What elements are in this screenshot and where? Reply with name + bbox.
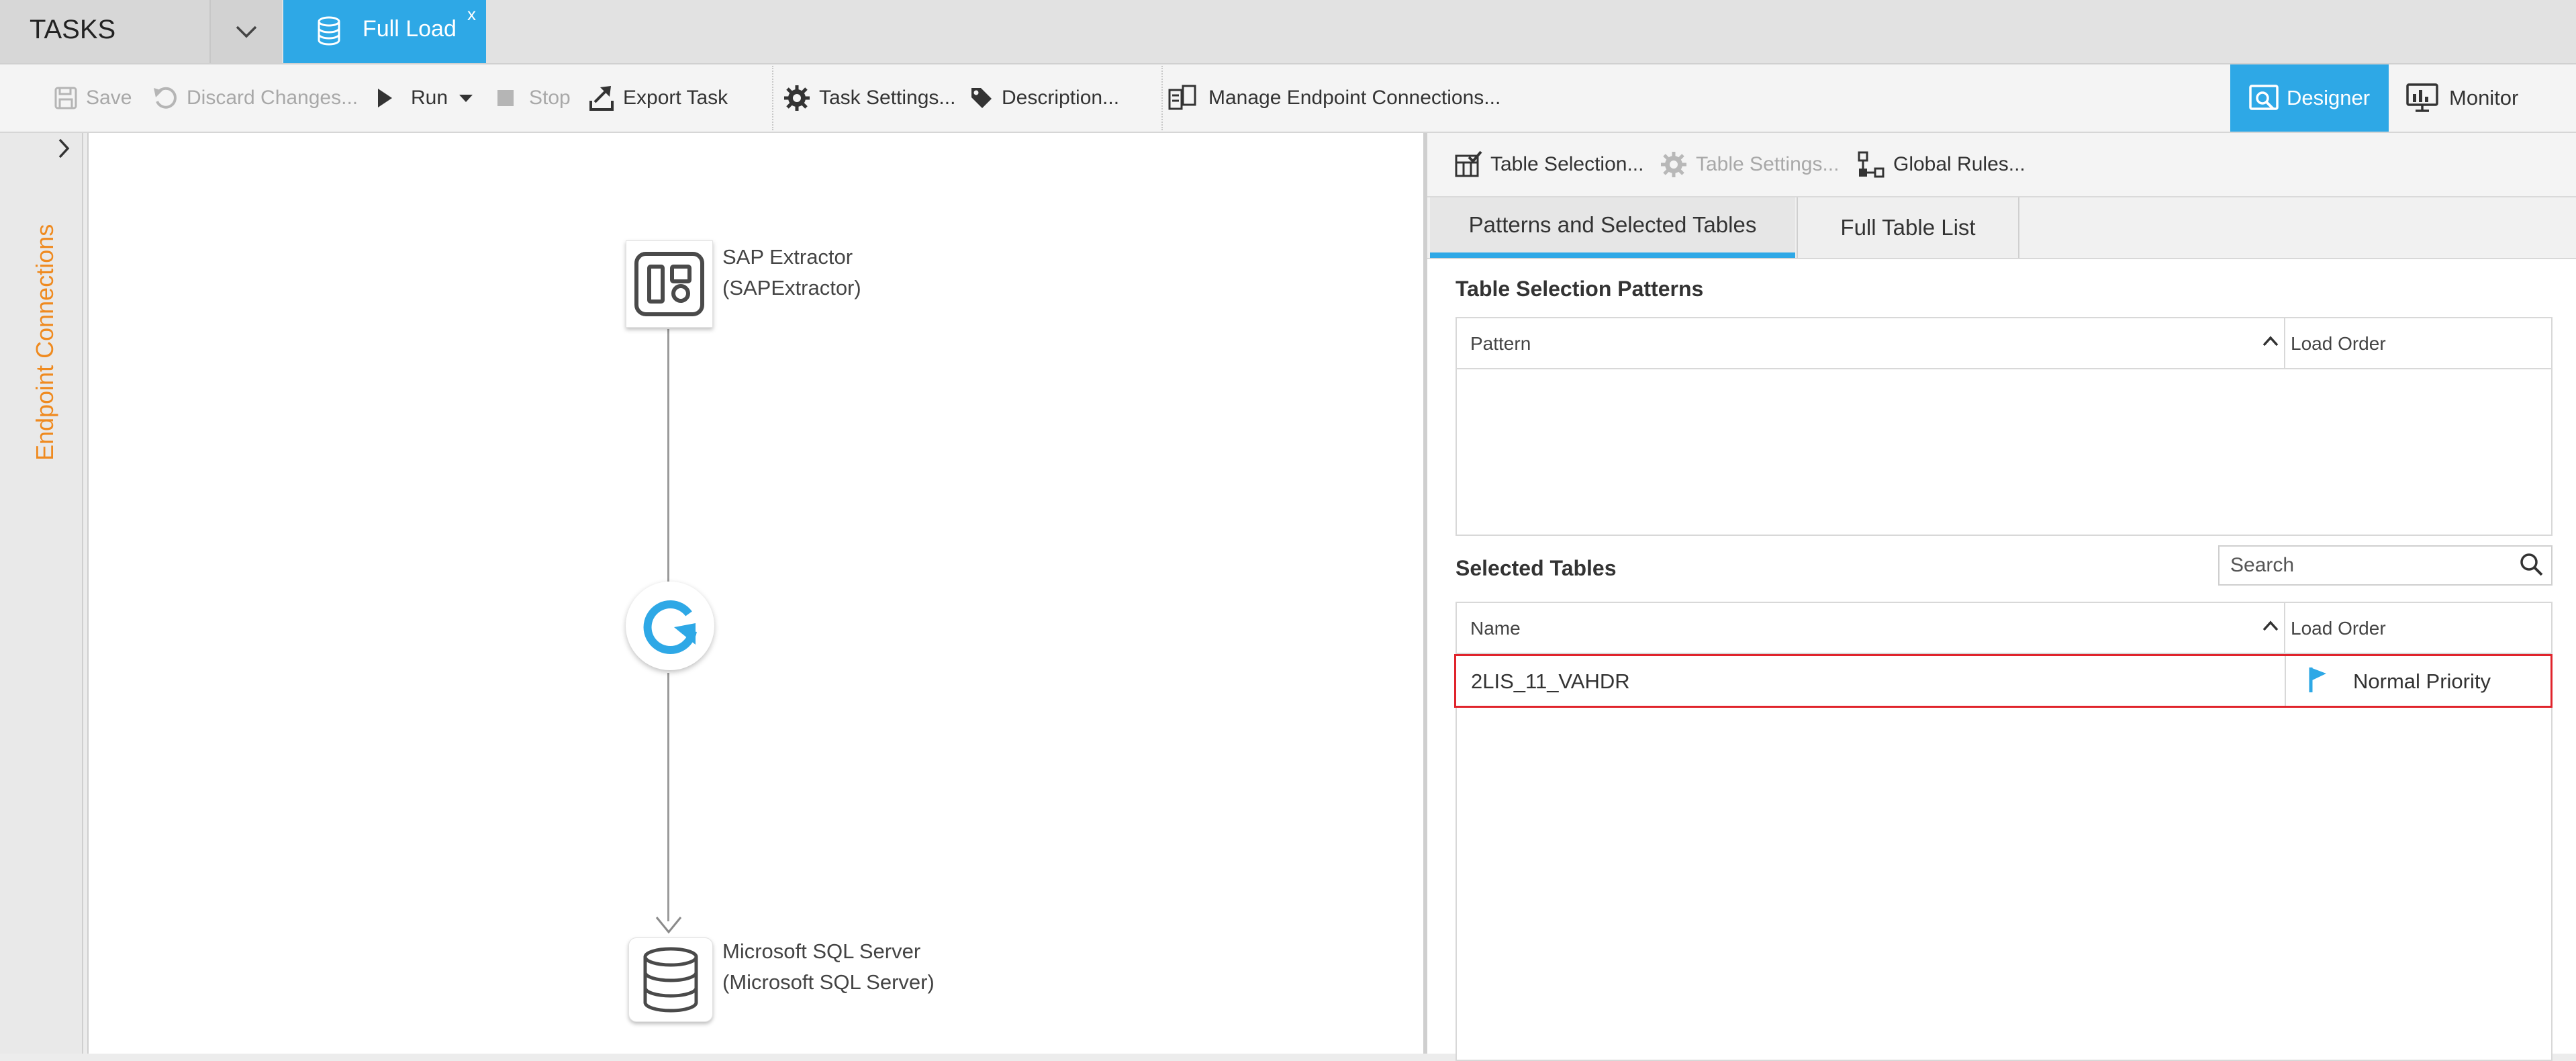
gear-icon [783, 84, 811, 112]
tab-patterns-and-selected-tables[interactable]: Patterns and Selected Tables [1430, 197, 1795, 258]
endpoint-connections-label: Endpoint Connections [31, 224, 58, 461]
main-toolbar: Save Discard Changes... Run Stop Export … [0, 64, 2576, 133]
description-label: Description... [1002, 87, 1120, 109]
table-settings-button[interactable]: Table Settings... [1660, 133, 1839, 196]
manage-endpoint-connections-label: Manage Endpoint Connections... [1208, 87, 1501, 109]
tab-full-table-list[interactable]: Full Table List [1797, 197, 2019, 258]
source-endpoint-type: (SAPExtractor) [722, 276, 861, 299]
toolbar-divider [1161, 66, 1163, 130]
endpoint-connections-toggle[interactable]: Endpoint Connections [23, 195, 63, 463]
flow-arrow-icon [655, 917, 682, 934]
database-icon [642, 946, 700, 1013]
target-endpoint-name: Microsoft SQL Server [722, 939, 921, 963]
load-order-cell[interactable]: Normal Priority [2353, 670, 2491, 694]
discard-changes-label: Discard Changes... [187, 87, 359, 109]
save-label: Save [86, 87, 132, 109]
monitor-icon [2406, 83, 2438, 113]
export-icon [588, 85, 615, 111]
load-order-column-header[interactable]: Load Order [2291, 333, 2386, 355]
table-selection-label: Table Selection... [1490, 153, 1644, 175]
sap-extractor-icon [634, 252, 704, 316]
save-button[interactable]: Save [54, 64, 132, 132]
stop-icon [497, 89, 514, 107]
run-button[interactable]: Run [376, 64, 473, 132]
designer-label: Designer [2286, 86, 2371, 109]
pattern-column-header[interactable]: Pattern [1470, 333, 1531, 355]
flow-connector [667, 329, 669, 582]
source-endpoint-node[interactable] [626, 240, 713, 328]
source-endpoint-name: SAP Extractor [722, 245, 853, 269]
discard-changes-button[interactable]: Discard Changes... [152, 64, 358, 132]
source-endpoint-label: SAP Extractor (SAPExtractor) [722, 242, 861, 304]
priority-flag-icon [2307, 665, 2328, 694]
tag-icon [969, 86, 994, 110]
global-rules-icon [1857, 150, 1885, 179]
database-icon [316, 16, 342, 46]
chevron-down-icon [235, 24, 258, 39]
search-input[interactable] [2229, 552, 2507, 579]
sort-ascending-icon[interactable] [2262, 336, 2279, 347]
save-icon [54, 86, 78, 110]
designer-view-button[interactable]: Designer [2230, 64, 2389, 132]
endpoint-connections-icon [1168, 85, 1196, 111]
play-icon [376, 87, 393, 109]
export-task-button[interactable]: Export Task [588, 64, 728, 132]
monitor-view-button[interactable]: Monitor [2406, 64, 2518, 132]
expand-rail-chevron-icon[interactable] [56, 137, 71, 160]
task-settings-label: Task Settings... [819, 87, 956, 109]
run-label: Run [411, 87, 448, 109]
name-column-header[interactable]: Name [1470, 618, 1521, 639]
caret-down-icon [459, 93, 473, 103]
table-settings-label: Table Settings... [1696, 153, 1840, 175]
export-task-label: Export Task [623, 87, 728, 109]
task-process-node[interactable] [626, 582, 714, 670]
target-endpoint-node[interactable] [628, 937, 713, 1022]
tab-full-load-label: Full Load [363, 16, 457, 42]
stop-button[interactable]: Stop [497, 64, 571, 132]
target-endpoint-label: Microsoft SQL Server (Microsoft SQL Serv… [722, 936, 935, 998]
table-row[interactable]: 2LIS_11_VAHDR Normal Priority [1454, 654, 2553, 708]
load-order-column-header[interactable]: Load Order [2291, 618, 2386, 639]
global-rules-button[interactable]: Global Rules... [1857, 133, 2025, 196]
selected-tables-grid-header: Name Load Order [1457, 603, 2551, 654]
search-box [2218, 545, 2553, 586]
selected-tables-title: Selected Tables [1456, 556, 1617, 580]
table-name-cell: 2LIS_11_VAHDR [1471, 670, 1630, 693]
toolbar-divider [772, 66, 773, 130]
tasks-tab[interactable]: TASKS [0, 0, 211, 63]
panel-toolbar: Table Selection... Table Settings... Glo… [1427, 133, 2576, 197]
sort-ascending-icon[interactable] [2262, 620, 2279, 631]
patterns-grid-header: Pattern Load Order [1457, 318, 2551, 369]
global-rules-label: Global Rules... [1893, 153, 2025, 175]
undo-icon [152, 85, 179, 111]
table-selection-icon [1454, 150, 1482, 179]
flow-connector [667, 673, 669, 921]
designer-canvas[interactable]: SAP Extractor (SAPExtractor) Microsoft S… [87, 133, 1426, 1054]
tasks-dropdown-button[interactable] [211, 0, 282, 63]
close-tab-button[interactable]: x [467, 4, 476, 25]
gear-icon [1660, 150, 1688, 179]
search-icon[interactable] [2519, 552, 2544, 578]
target-endpoint-type: (Microsoft SQL Server) [722, 970, 935, 994]
table-selection-button[interactable]: Table Selection... [1454, 133, 1643, 196]
description-button[interactable]: Description... [969, 64, 1119, 132]
tab-full-load[interactable]: Full Load [283, 0, 486, 63]
designer-icon [2249, 85, 2279, 111]
tasks-tab-label: TASKS [30, 15, 116, 44]
patterns-grid: Pattern Load Order [1456, 317, 2553, 536]
replicate-icon [638, 594, 702, 658]
task-settings-button[interactable]: Task Settings... [783, 64, 955, 132]
table-selection-patterns-title: Table Selection Patterns [1456, 277, 1704, 301]
column-divider [2285, 656, 2286, 706]
manage-endpoint-connections-button[interactable]: Manage Endpoint Connections... [1168, 64, 1500, 132]
column-divider [2284, 318, 2285, 368]
stop-label: Stop [529, 87, 571, 109]
monitor-label: Monitor [2449, 86, 2519, 109]
